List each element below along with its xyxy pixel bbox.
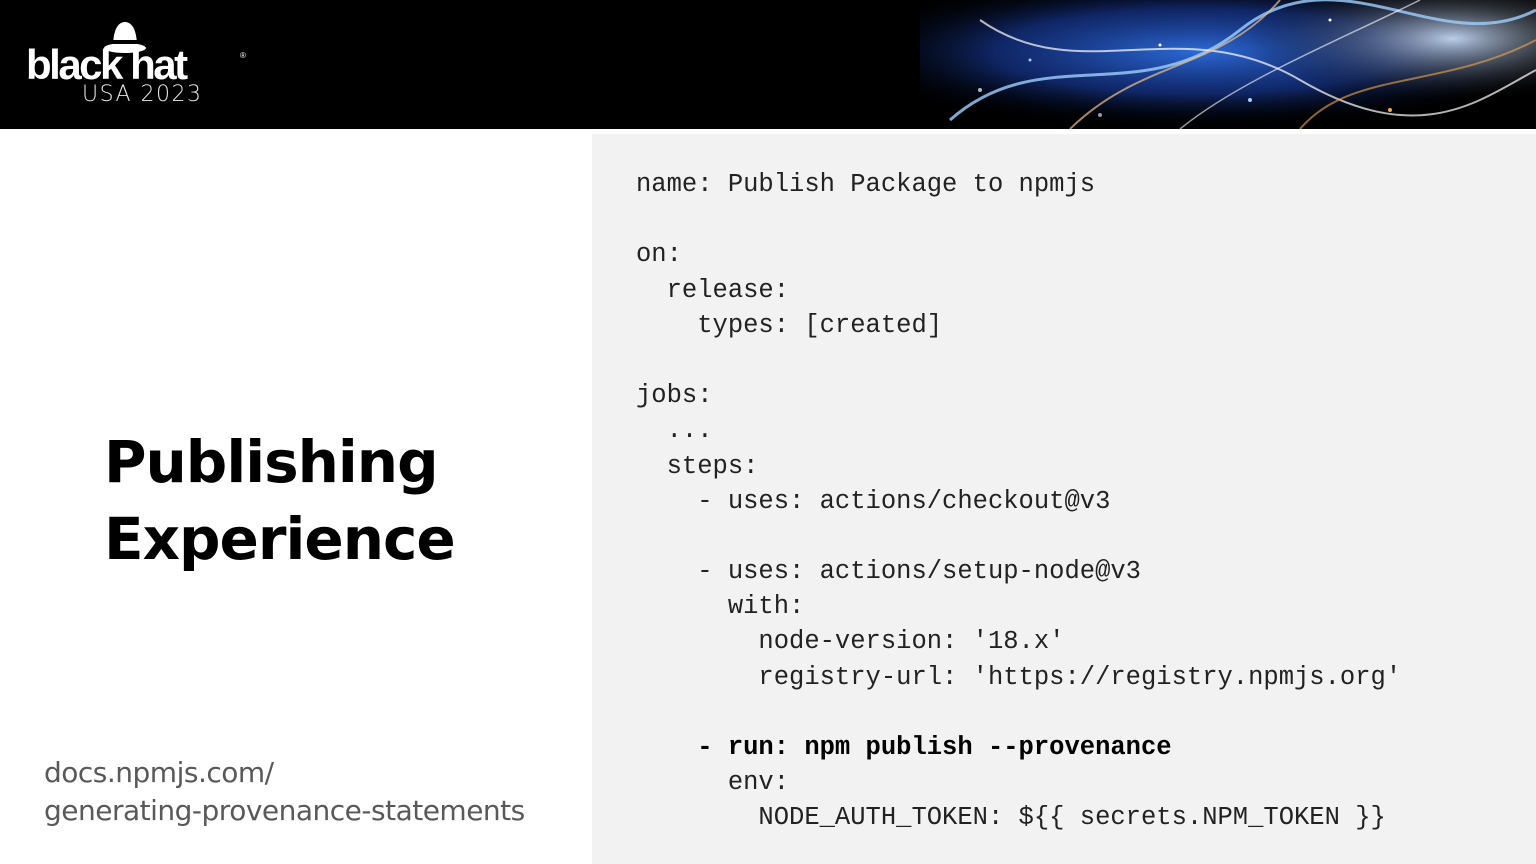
code-line: - uses: actions/checkout@v3 bbox=[636, 486, 1111, 516]
code-panel: name: Publish Package to npmjs on: relea… bbox=[592, 134, 1536, 864]
reference-link-line-1: docs.npmjs.com/ bbox=[44, 756, 274, 789]
yaml-code-block: name: Publish Package to npmjs on: relea… bbox=[636, 167, 1401, 836]
brand-subtitle: USA 2023 bbox=[82, 82, 203, 107]
code-line: ... bbox=[636, 416, 713, 446]
code-line: NODE_AUTH_TOKEN: ${{ secrets.NPM_TOKEN }… bbox=[636, 803, 1386, 833]
slide-title-line-1: Publishing bbox=[104, 428, 439, 496]
reference-link[interactable]: docs.npmjs.com/ generating-provenance-st… bbox=[44, 754, 584, 830]
blackhat-logo: black hat ® USA 2023 bbox=[26, 18, 256, 110]
code-line: with: bbox=[636, 592, 805, 622]
brand-name: black hat bbox=[26, 41, 188, 88]
reference-link-line-2: generating-provenance-statements bbox=[44, 794, 525, 827]
code-line: on: bbox=[636, 240, 682, 270]
code-line-highlighted: - run: npm publish --provenance bbox=[636, 733, 1172, 762]
abstract-smoke-art bbox=[920, 0, 1536, 129]
code-line: jobs: bbox=[636, 381, 713, 411]
code-line: release: bbox=[636, 275, 790, 305]
slide-title: Publishing Experience bbox=[104, 424, 574, 578]
code-line: - uses: actions/setup-node@v3 bbox=[636, 557, 1141, 587]
code-line: node-version: '18.x' bbox=[636, 627, 1065, 657]
code-line: types: [created] bbox=[636, 310, 943, 340]
slide-title-line-2: Experience bbox=[104, 505, 456, 573]
code-line: steps: bbox=[636, 451, 759, 481]
header-banner: black hat ® USA 2023 bbox=[0, 0, 1536, 129]
code-line: registry-url: 'https://registry.npmjs.or… bbox=[636, 662, 1402, 692]
code-line: name: Publish Package to npmjs bbox=[636, 170, 1096, 199]
code-line: env: bbox=[636, 768, 790, 798]
registered-mark: ® bbox=[240, 51, 246, 60]
